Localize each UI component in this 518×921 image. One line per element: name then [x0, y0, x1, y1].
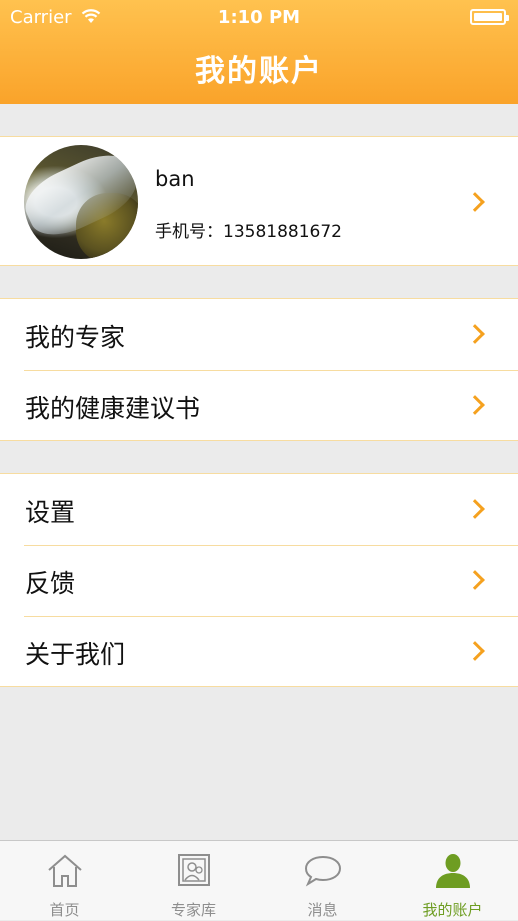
menu-item-health-advice[interactable]: 我的健康建议书 — [0, 370, 518, 441]
chevron-right-icon — [465, 324, 485, 344]
status-time: 1:10 PM — [217, 7, 301, 28]
phone-number: 13581881672 — [223, 222, 342, 242]
menu-item-label: 关于我们 — [25, 640, 126, 669]
menu-item-settings[interactable]: 设置 — [0, 474, 518, 545]
tab-label: 首页 — [49, 901, 80, 919]
menu-group-2: 设置 反馈 关于我们 — [0, 473, 518, 687]
home-icon — [47, 854, 82, 887]
user-icon — [435, 854, 470, 888]
tab-label: 专家库 — [170, 901, 216, 919]
header: Carrier 1:10 PM 我的账户 — [0, 0, 518, 104]
phone-row: 手机号：13581881672 — [155, 217, 342, 242]
tab-messages[interactable]: 消息 — [258, 841, 387, 921]
username: ban — [155, 167, 195, 191]
avatar[interactable] — [24, 145, 138, 259]
chevron-right-icon — [465, 570, 485, 590]
menu-item-label: 我的专家 — [25, 323, 126, 352]
tab-expert-library[interactable]: 专家库 — [129, 841, 258, 921]
tab-home[interactable]: 首页 — [0, 841, 129, 921]
phone-label: 手机号： — [155, 222, 223, 242]
chevron-right-icon — [465, 641, 485, 661]
menu-item-my-experts[interactable]: 我的专家 — [0, 299, 518, 370]
menu-group-1: 我的专家 我的健康建议书 — [0, 298, 518, 441]
battery-icon — [470, 9, 509, 25]
menu-item-label: 设置 — [25, 498, 76, 527]
menu-item-label: 反馈 — [25, 569, 76, 598]
tab-label: 我的账户 — [422, 901, 483, 919]
tab-label: 消息 — [307, 901, 338, 919]
status-bar: Carrier 1:10 PM — [0, 0, 518, 34]
message-bubble-icon — [304, 855, 341, 887]
tab-my-account[interactable]: 我的账户 — [387, 841, 518, 921]
profile-card[interactable]: ban 手机号：13581881672 — [0, 136, 518, 266]
menu-item-label: 我的健康建议书 — [25, 394, 201, 423]
chevron-right-icon — [465, 395, 485, 415]
menu-item-about-us[interactable]: 关于我们 — [0, 616, 518, 687]
page-title: 我的账户 — [195, 54, 323, 89]
menu-item-feedback[interactable]: 反馈 — [0, 545, 518, 616]
chevron-right-icon — [465, 192, 485, 212]
tab-bar: 首页 专家库 消息 我的账户 — [0, 840, 518, 920]
chevron-right-icon — [465, 499, 485, 519]
expert-library-icon — [177, 854, 210, 886]
